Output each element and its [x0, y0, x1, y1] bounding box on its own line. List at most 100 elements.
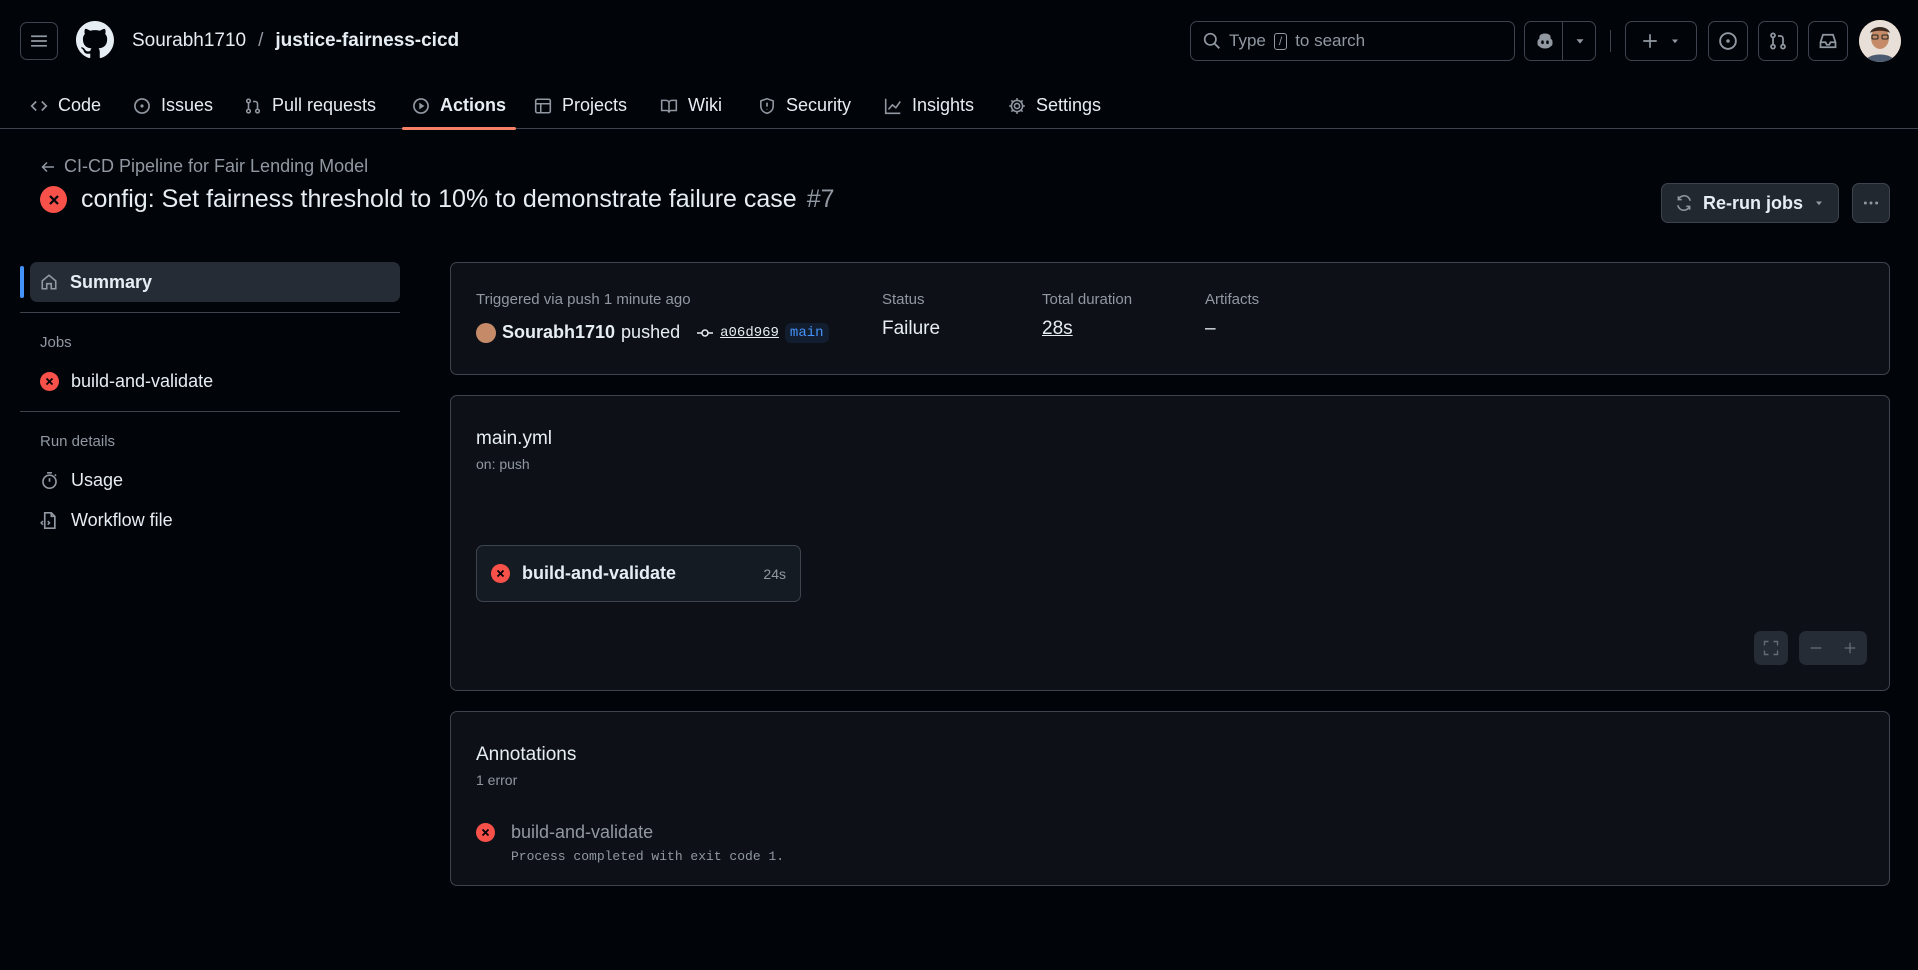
tab-wiki[interactable]: Wiki [650, 82, 732, 129]
tab-settings[interactable]: Settings [998, 82, 1111, 129]
run-title: config: Set fairness threshold to 10% to… [81, 185, 797, 213]
menu-button[interactable] [20, 22, 58, 60]
page-title: config: Set fairness threshold to 10% to… [40, 185, 835, 214]
avatar[interactable] [1859, 20, 1901, 62]
graph-icon [884, 98, 901, 114]
sidebar-divider [20, 411, 400, 412]
code-icon [30, 100, 48, 111]
sidebar-item-job[interactable]: build-and-validate [20, 361, 400, 401]
create-new-button[interactable] [1625, 21, 1697, 61]
tab-issues[interactable]: Issues [123, 82, 223, 129]
arrow-left-icon [41, 161, 54, 172]
chevron-down-icon [1576, 39, 1584, 44]
sidebar-item-usage[interactable]: Usage [20, 460, 400, 500]
rerun-jobs-button[interactable]: Re-run jobs [1661, 183, 1839, 223]
user-avatar-icon [1859, 20, 1901, 62]
gear-icon [1009, 97, 1025, 114]
duration-value[interactable]: 28s [1042, 318, 1132, 340]
workflow-filename: main.yml [476, 428, 553, 449]
annotations-count: 1 error [476, 772, 518, 788]
job-node[interactable]: build-and-validate 24s [476, 545, 801, 602]
home-icon [41, 274, 57, 290]
search-input[interactable]: Type / to search [1190, 21, 1515, 61]
sidebar-item-summary[interactable]: Summary [20, 262, 400, 302]
header-divider [1610, 30, 1611, 52]
search-shortcut-key: / [1273, 32, 1288, 50]
tab-insights-label: Insights [912, 95, 975, 115]
failure-icon [40, 186, 67, 213]
pusher-link[interactable]: Sourabh1710 [502, 322, 615, 343]
kebab-horizontal-icon [1863, 201, 1879, 205]
job-node-duration: 24s [763, 565, 786, 582]
run-sidebar: Summary Jobs build-and-validate Run deta… [20, 262, 400, 540]
tab-insights[interactable]: Insights [874, 82, 984, 129]
inbox-button[interactable] [1808, 21, 1848, 61]
tab-pull-requests-label: Pull requests [272, 95, 377, 115]
tab-security-label: Security [786, 95, 852, 115]
pull-requests-shortcut-button[interactable] [1758, 21, 1798, 61]
owner-link[interactable]: Sourabh1710 [132, 30, 246, 52]
play-icon [413, 97, 429, 114]
branch-badge[interactable]: main [784, 322, 829, 343]
main-content: CI-CD Pipeline for Fair Lending Model co… [0, 130, 1918, 970]
chevron-down-icon [1672, 39, 1678, 44]
sidebar-job-label: build-and-validate [71, 370, 214, 391]
annotation-message: Process completed with exit code 1. [511, 849, 785, 864]
search-suffix: to search [1295, 31, 1366, 50]
plus-icon [1844, 642, 1856, 654]
duration-block: Total duration 28s [1042, 291, 1132, 340]
artifacts-block: Artifacts – [1205, 291, 1259, 340]
more-options-button[interactable] [1852, 183, 1890, 223]
annotation-item: build-and-validate Process completed wit… [476, 822, 784, 864]
zoom-controls [1799, 631, 1867, 665]
search-icon [1203, 32, 1220, 49]
sidebar-divider [20, 312, 400, 313]
tab-security[interactable]: Security [748, 82, 861, 129]
github-logo[interactable] [76, 21, 114, 59]
issue-icon [134, 97, 150, 114]
sidebar-run-details-heading: Run details [40, 432, 116, 450]
pull-request-icon [1770, 32, 1786, 50]
tab-settings-label: Settings [1036, 95, 1102, 115]
back-to-workflow-link[interactable]: CI-CD Pipeline for Fair Lending Model [40, 156, 368, 177]
shield-icon [760, 97, 774, 114]
copilot-button[interactable] [1524, 21, 1596, 61]
commit-sha-link[interactable]: a06d969 [720, 325, 779, 341]
table-icon [534, 97, 552, 114]
triggered-label: Triggered via push 1 minute ago [476, 291, 691, 308]
trigger-info: Triggered via push 1 minute ago Sourabh1… [476, 291, 829, 343]
annotations-card: Annotations 1 error build-and-validate P… [450, 711, 1890, 886]
zoom-in-button[interactable] [1833, 641, 1867, 655]
plus-icon [1643, 34, 1657, 48]
sync-icon [1677, 194, 1691, 212]
workflow-graph-card: main.yml on: push build-and-validate 24s [450, 395, 1890, 691]
sidebar-item-workflow-file[interactable]: Workflow file [20, 500, 400, 540]
copilot-icon [1537, 33, 1553, 49]
status-block: Status Failure [882, 291, 940, 340]
user-avatar-icon [476, 322, 496, 343]
annotations-heading: Annotations [476, 744, 577, 765]
status-label: Status [882, 291, 925, 308]
dash-icon [1810, 647, 1822, 649]
sidebar-workflow-file-label: Workflow file [71, 509, 173, 530]
breadcrumb: Sourabh1710 / justice-fairness-cicd [132, 30, 459, 52]
book-icon [660, 99, 678, 113]
zoom-out-button[interactable] [1799, 641, 1833, 655]
tab-projects[interactable]: Projects [524, 82, 637, 129]
failure-icon [476, 823, 495, 842]
issues-shortcut-button[interactable] [1708, 21, 1748, 61]
tab-pull-requests[interactable]: Pull requests [234, 82, 386, 129]
back-link-label: CI-CD Pipeline for Fair Lending Model [64, 156, 369, 176]
commit-icon [697, 328, 714, 337]
issue-icon [1719, 32, 1737, 50]
repo-link[interactable]: justice-fairness-cicd [275, 30, 459, 52]
tab-actions[interactable]: Actions [402, 82, 517, 130]
breadcrumb-separator: / [258, 30, 264, 51]
annotation-title-link[interactable]: build-and-validate [511, 822, 784, 843]
sidebar-summary-label: Summary [70, 271, 153, 292]
run-number: #7 [806, 185, 835, 213]
failure-icon [491, 564, 510, 583]
pull-request-icon [245, 97, 261, 114]
tab-code[interactable]: Code [20, 82, 111, 129]
fullscreen-button[interactable] [1754, 631, 1788, 665]
